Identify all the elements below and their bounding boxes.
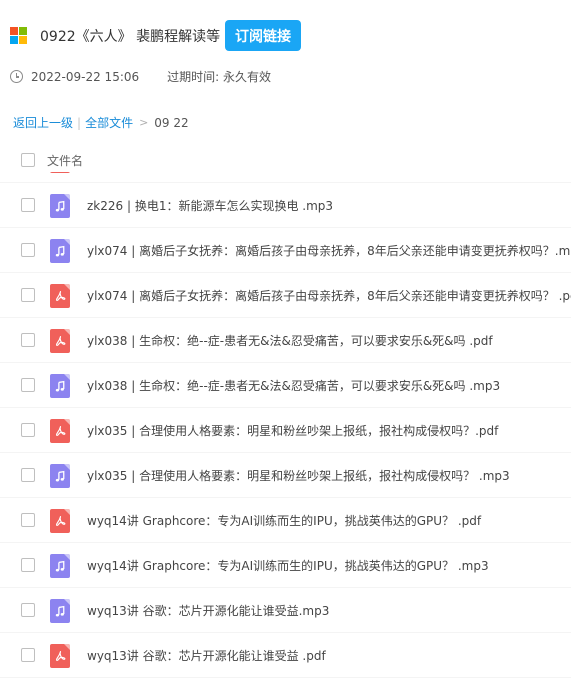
header: 0922《六人》 裴鹏程解读等 订阅链接 — [0, 0, 571, 72]
pdf-file-icon — [50, 509, 70, 533]
breadcrumb: 返回上一级 | 全部文件 > 09 22 — [13, 114, 189, 131]
file-row[interactable]: ylx038 | 生命权：绝--症-患者无&法&忍受痛苦，可以要求安乐&死&吗 … — [0, 363, 571, 408]
file-name[interactable]: ylx038 | 生命权：绝--症-患者无&法&忍受痛苦，可以要求安乐&死&吗 … — [87, 377, 500, 394]
pdf-file-icon — [50, 284, 70, 308]
file-row[interactable]: ylx074 | 离婚后子女抚养：离婚后孩子由母亲抚养，8年后父亲还能申请变更抚… — [0, 273, 571, 318]
share-time: 2022-09-22 15:06 — [31, 69, 140, 84]
file-name[interactable]: wyq13讲 谷歌：芯片开源化能让谁受益 .pdf — [87, 647, 326, 664]
audio-file-icon — [50, 194, 70, 218]
file-list[interactable]: zk226 | 换电1：新能源车怎么实现换电 .pdf zk226 | 换电1：新… — [0, 172, 571, 696]
file-row[interactable]: ylx074 | 离婚后子女抚养：离婚后孩子由母亲抚养，8年后父亲还能申请变更抚… — [0, 228, 571, 273]
share-title: 0922《六人》 裴鹏程解读等 — [40, 29, 221, 45]
file-list-header: 文件名 — [0, 148, 571, 172]
file-checkbox[interactable] — [21, 468, 35, 482]
audio-file-icon — [50, 554, 70, 578]
pdf-glyph — [55, 335, 65, 346]
pdf-file-icon — [50, 419, 70, 443]
file-name[interactable]: zk226 | 换电1：新能源车怎么实现换电 .mp3 — [87, 197, 333, 214]
file-row[interactable]: wyq13讲 谷歌：芯片开源化能让谁受益 .pdf — [0, 633, 571, 678]
share-meta: 2022-09-22 15:06 过期时间: 永久有效 — [10, 68, 271, 85]
file-list-rows: zk226 | 换电1：新能源车怎么实现换电 .pdf zk226 | 换电1：新… — [0, 172, 571, 678]
music-note-glyph — [55, 605, 64, 616]
pdf-glyph — [55, 515, 65, 526]
back-link[interactable]: 返回上一级 — [13, 114, 73, 131]
logo-square-green — [19, 27, 27, 35]
clock-icon — [10, 70, 23, 83]
file-name[interactable]: ylx035 | 合理使用人格要素：明星和粉丝吵架上报纸，报社构成侵权吗？.pd… — [87, 422, 498, 439]
logo-square-yellow — [19, 36, 27, 44]
file-row[interactable]: zk226 | 换电1：新能源车怎么实现换电 .mp3 — [0, 183, 571, 228]
audio-file-icon — [50, 374, 70, 398]
music-note-glyph — [55, 560, 64, 571]
file-row[interactable]: wyq14讲 Graphcore：专为AI训练而生的IPU，挑战英伟达的GPU？… — [0, 498, 571, 543]
logo-square-blue — [10, 36, 18, 44]
file-row[interactable]: zk226 | 换电1：新能源车怎么实现换电 .pdf — [0, 172, 571, 183]
current-folder: 09 22 — [154, 115, 189, 130]
pdf-glyph — [55, 650, 65, 661]
file-name[interactable]: wyq14讲 Graphcore：专为AI训练而生的IPU，挑战英伟达的GPU？… — [87, 557, 489, 574]
file-checkbox[interactable] — [21, 603, 35, 617]
column-filename: 文件名 — [47, 153, 84, 168]
file-name[interactable]: wyq13讲 谷歌：芯片开源化能让谁受益.mp3 — [87, 602, 329, 619]
music-note-glyph — [55, 380, 64, 391]
file-name[interactable]: wyq14讲 Graphcore：专为AI训练而生的IPU，挑战英伟达的GPU？… — [87, 512, 481, 529]
pdf-glyph — [55, 290, 65, 301]
logo-square-red — [10, 27, 18, 35]
subscribe-link-button[interactable]: 订阅链接 — [225, 20, 301, 51]
audio-file-icon — [50, 239, 70, 263]
file-checkbox[interactable] — [21, 243, 35, 257]
file-checkbox[interactable] — [21, 288, 35, 302]
file-checkbox[interactable] — [21, 378, 35, 392]
audio-file-icon — [50, 599, 70, 623]
file-checkbox[interactable] — [21, 423, 35, 437]
music-note-glyph — [55, 245, 64, 256]
music-note-glyph — [55, 470, 64, 481]
file-row[interactable]: wyq14讲 Graphcore：专为AI训练而生的IPU，挑战英伟达的GPU？… — [0, 543, 571, 588]
breadcrumb-separator: | — [77, 115, 82, 130]
file-row[interactable]: wyq13讲 谷歌：芯片开源化能让谁受益.mp3 — [0, 588, 571, 633]
file-name[interactable]: ylx035 | 合理使用人格要素：明星和粉丝吵架上报纸，报社构成侵权吗？ .m… — [87, 467, 510, 484]
file-checkbox[interactable] — [21, 558, 35, 572]
file-checkbox[interactable] — [21, 333, 35, 347]
file-name[interactable]: ylx038 | 生命权：绝--症-患者无&法&忍受痛苦，可以要求安乐&死&吗 … — [87, 332, 493, 349]
pdf-file-icon — [50, 172, 70, 173]
breadcrumb-arrow-icon: > — [139, 116, 149, 129]
expire-time: 过期时间: 永久有效 — [167, 70, 271, 84]
audio-file-icon — [50, 464, 70, 488]
music-note-glyph — [55, 200, 64, 211]
file-checkbox[interactable] — [21, 648, 35, 662]
file-row[interactable]: ylx035 | 合理使用人格要素：明星和粉丝吵架上报纸，报社构成侵权吗？.pd… — [0, 408, 571, 453]
pdf-file-icon — [50, 644, 70, 668]
pdf-glyph — [55, 425, 65, 436]
pdf-file-icon — [50, 329, 70, 353]
select-all-checkbox[interactable] — [21, 153, 35, 167]
all-files-link[interactable]: 全部文件 — [85, 114, 133, 131]
file-name[interactable]: ylx074 | 离婚后子女抚养：离婚后孩子由母亲抚养，8年后父亲还能申请变更抚… — [87, 242, 571, 259]
file-checkbox[interactable] — [21, 513, 35, 527]
file-checkbox[interactable] — [21, 198, 35, 212]
file-name[interactable]: ylx074 | 离婚后子女抚养：离婚后孩子由母亲抚养，8年后父亲还能申请变更抚… — [87, 287, 571, 304]
file-row[interactable]: ylx035 | 合理使用人格要素：明星和粉丝吵架上报纸，报社构成侵权吗？ .m… — [0, 453, 571, 498]
file-row[interactable]: ylx038 | 生命权：绝--症-患者无&法&忍受痛苦，可以要求安乐&死&吗 … — [0, 318, 571, 363]
app-logo-icon — [10, 27, 27, 44]
